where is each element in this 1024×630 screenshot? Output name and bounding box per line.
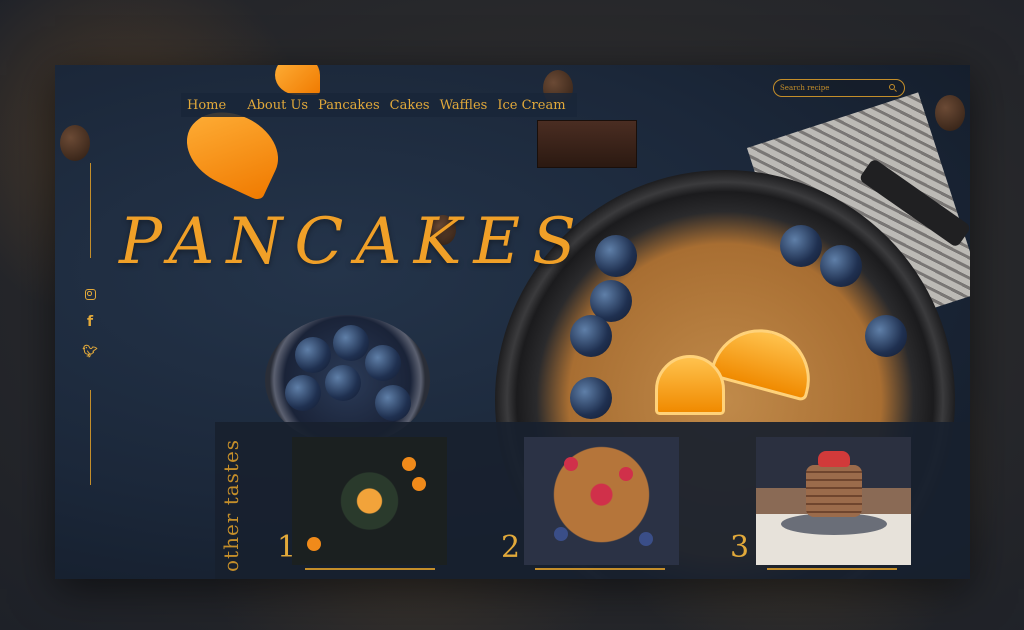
instagram-icon[interactable]: [82, 286, 98, 302]
blueberry-image: [820, 245, 862, 287]
blueberry-image: [570, 315, 612, 357]
blueberry-image: [325, 365, 361, 401]
blueberry-image: [375, 385, 411, 421]
section-title: other tastes: [219, 438, 243, 572]
divider: [535, 568, 665, 570]
taste-card[interactable]: [292, 437, 447, 567]
taste-card[interactable]: [524, 437, 679, 567]
search-box: [773, 79, 905, 97]
page-title: PANCAKES: [119, 205, 588, 279]
search-icon[interactable]: [889, 83, 898, 93]
taste-number: 3: [730, 530, 750, 565]
twitter-icon[interactable]: 🐦︎: [82, 343, 98, 359]
chocolate-image: [537, 120, 637, 168]
divider: [90, 390, 91, 485]
nav-item-about-us[interactable]: About Us: [242, 98, 313, 113]
blueberry-image: [570, 377, 612, 419]
taste-thumbnail[interactable]: [756, 437, 911, 565]
coffee-bean-image: [935, 95, 965, 131]
taste-number: 1: [277, 530, 297, 565]
blueberry-image: [780, 225, 822, 267]
blueberry-image: [595, 235, 637, 277]
blueberry-image: [285, 375, 321, 411]
orange-slice-image: [275, 65, 320, 95]
nav-item-waffles[interactable]: Waffles: [435, 98, 493, 113]
blueberry-image: [865, 315, 907, 357]
hero-frame: Home About Us Pancakes Cakes Waffles Ice…: [55, 65, 970, 579]
nav-item-pancakes[interactable]: Pancakes: [313, 98, 385, 113]
search-input[interactable]: [780, 84, 889, 92]
blueberry-image: [365, 345, 401, 381]
main-nav: Home About Us Pancakes Cakes Waffles Ice…: [181, 93, 577, 117]
coffee-bean-image: [60, 125, 90, 161]
blueberry-image: [333, 325, 369, 361]
nav-item-home[interactable]: Home: [181, 98, 242, 113]
blueberry-image: [295, 337, 331, 373]
divider: [305, 568, 435, 570]
taste-number: 2: [501, 530, 521, 565]
nav-item-cakes[interactable]: Cakes: [385, 98, 435, 113]
nav-item-ice-cream[interactable]: Ice Cream: [492, 98, 570, 113]
taste-card[interactable]: [756, 437, 911, 567]
other-tastes-panel: other tastes 1 2 3: [215, 422, 970, 579]
facebook-icon[interactable]: f: [82, 314, 98, 330]
taste-thumbnail[interactable]: [292, 437, 447, 565]
taste-thumbnail[interactable]: [524, 437, 679, 565]
divider: [767, 568, 897, 570]
divider: [90, 163, 91, 258]
